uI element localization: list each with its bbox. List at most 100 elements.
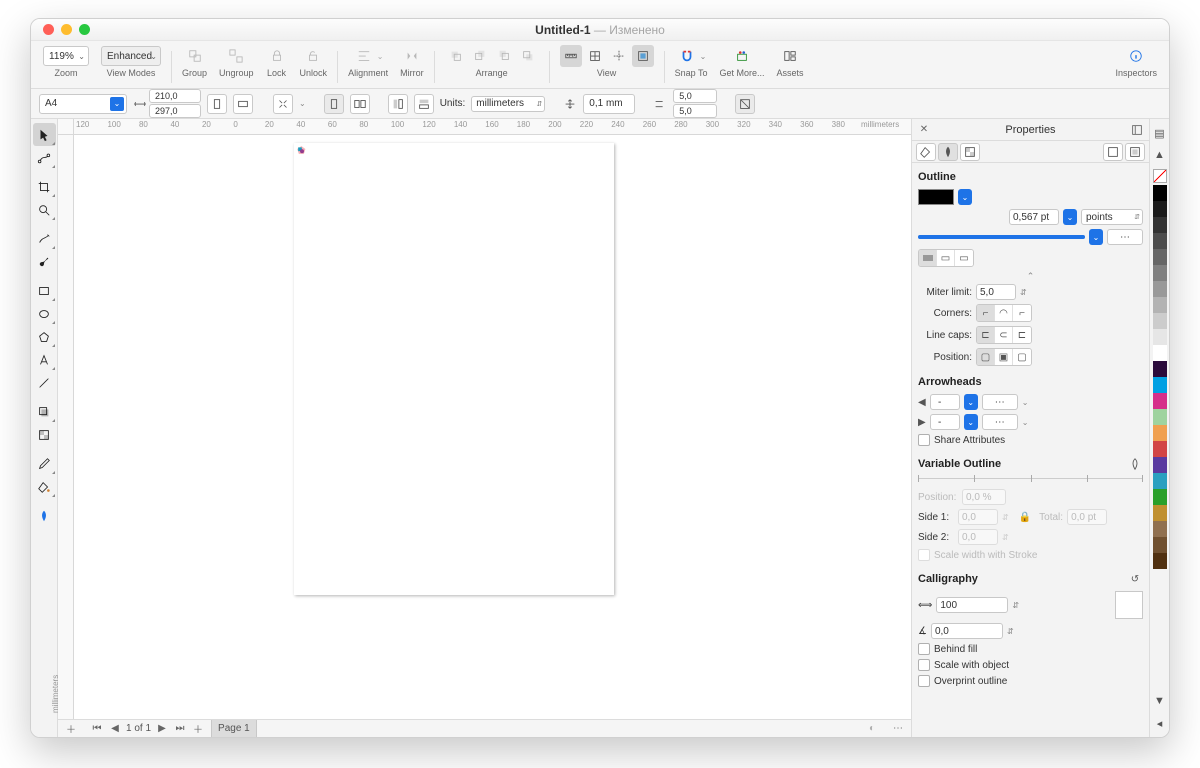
units-combo[interactable]: millimeters⇵ bbox=[471, 96, 545, 112]
stroke-style-slider[interactable] bbox=[918, 235, 1085, 239]
stretch-field[interactable]: 100 bbox=[936, 597, 1008, 613]
angle-field[interactable]: 0,0 bbox=[931, 623, 1003, 639]
color-swatch[interactable] bbox=[1153, 505, 1167, 521]
canvas[interactable] bbox=[74, 135, 911, 719]
palette-menu-button[interactable]: ▤ bbox=[1152, 125, 1168, 141]
panel-menu-button[interactable] bbox=[1129, 122, 1145, 138]
calligraphy-reset[interactable]: ↺ bbox=[1127, 571, 1143, 587]
page-tab[interactable]: Page 1 bbox=[211, 720, 257, 737]
stroke-width-stepper[interactable]: ⌄ bbox=[1063, 209, 1077, 225]
assets-button[interactable] bbox=[779, 45, 801, 67]
view-mode-combo[interactable]: Enhanced⌄ bbox=[101, 46, 161, 66]
color-swatch[interactable] bbox=[1153, 377, 1167, 393]
outline-color-picker[interactable]: ⌄ bbox=[958, 189, 972, 205]
all-pages-button[interactable] bbox=[324, 94, 344, 114]
view-rulers-button[interactable] bbox=[560, 45, 582, 67]
last-page-button[interactable]: ⏭ bbox=[173, 722, 187, 736]
share-attributes-checkbox[interactable] bbox=[918, 434, 930, 446]
linecaps-buttons[interactable]: ⊏⊂⊏ bbox=[976, 326, 1032, 344]
behind-fill-checkbox[interactable] bbox=[918, 643, 930, 655]
arrow-end-more[interactable]: ⋯ bbox=[982, 414, 1018, 430]
detail-b-button[interactable] bbox=[1125, 143, 1145, 161]
view-proof-button[interactable] bbox=[632, 45, 654, 67]
current-page-button[interactable] bbox=[350, 94, 370, 114]
color-swatch[interactable] bbox=[1153, 313, 1167, 329]
view-grid-button[interactable] bbox=[584, 45, 606, 67]
zoom-combo[interactable]: 119%⌄ bbox=[43, 46, 89, 66]
arrow-start-picker[interactable]: ⌄ bbox=[964, 394, 978, 410]
variable-outline-scale[interactable] bbox=[918, 478, 1143, 479]
position-buttons[interactable]: ▢▣▢ bbox=[976, 348, 1032, 366]
polygon-tool[interactable] bbox=[33, 325, 56, 348]
miter-limit-field[interactable]: 5,0 bbox=[976, 284, 1016, 300]
ruler-vertical[interactable]: millimeters bbox=[58, 135, 74, 719]
page-height-field[interactable]: 297,0 bbox=[149, 104, 201, 118]
autofit-button[interactable] bbox=[273, 94, 293, 114]
get-more-button[interactable] bbox=[731, 45, 753, 67]
zoom-tool[interactable] bbox=[33, 198, 56, 221]
arrow-end-picker[interactable]: ⌄ bbox=[964, 414, 978, 430]
stroke-unit-combo[interactable]: points⇵ bbox=[1081, 209, 1143, 225]
color-swatch[interactable] bbox=[1153, 297, 1167, 313]
color-swatch[interactable] bbox=[1153, 537, 1167, 553]
color-swatch[interactable] bbox=[1153, 553, 1167, 569]
detail-a-button[interactable] bbox=[1103, 143, 1123, 161]
color-swatch[interactable] bbox=[1153, 361, 1167, 377]
treat-as-button[interactable] bbox=[735, 94, 755, 114]
mirror-button[interactable] bbox=[401, 45, 423, 67]
outline-tab[interactable] bbox=[938, 143, 958, 161]
add-page-after-button[interactable]: ＋ bbox=[191, 722, 205, 736]
dash-style-buttons[interactable]: ▭ ▭ bbox=[918, 249, 974, 267]
page-size-combo[interactable]: A4 ⌄ bbox=[39, 94, 127, 114]
crop-tool[interactable] bbox=[33, 175, 56, 198]
color-swatch[interactable] bbox=[1153, 425, 1167, 441]
page-width-field[interactable]: 210,0 bbox=[149, 89, 201, 103]
add-page-button[interactable]: ＋ bbox=[64, 722, 78, 736]
stroke-width-field[interactable]: 0,567 pt bbox=[1009, 209, 1059, 225]
next-page-button[interactable]: ▶ bbox=[155, 722, 169, 736]
ellipse-tool[interactable] bbox=[33, 302, 56, 325]
no-color-swatch[interactable] bbox=[1153, 169, 1167, 183]
stroke-style-picker[interactable]: ⌄ bbox=[1089, 229, 1103, 245]
nudge-field[interactable]: 0,1 mm bbox=[583, 94, 635, 114]
palette-flyout-button[interactable]: ◂ bbox=[1152, 715, 1168, 731]
artistic-media-tool[interactable] bbox=[33, 250, 56, 273]
layout-b-button[interactable] bbox=[414, 94, 434, 114]
color-swatch[interactable] bbox=[1153, 393, 1167, 409]
variable-outline-reset[interactable] bbox=[1127, 456, 1143, 472]
stroke-style-more[interactable]: ⋯ bbox=[1107, 229, 1143, 245]
pick-tool[interactable] bbox=[33, 123, 56, 146]
color-swatch[interactable] bbox=[1153, 473, 1167, 489]
color-swatch[interactable] bbox=[1153, 441, 1167, 457]
expand-toggle[interactable]: ⌃ bbox=[918, 271, 1143, 282]
arrow-end-combo[interactable]: - bbox=[930, 414, 960, 430]
corners-buttons[interactable]: ⌐◠⌐ bbox=[976, 304, 1032, 322]
shape-edit-tool[interactable] bbox=[33, 146, 56, 169]
lock-button[interactable] bbox=[266, 45, 288, 67]
first-page-button[interactable]: ⏮ bbox=[90, 722, 104, 736]
arrow-start-combo[interactable]: - bbox=[930, 394, 960, 410]
color-swatch[interactable] bbox=[1153, 185, 1167, 201]
backward-button[interactable] bbox=[493, 45, 515, 67]
outline-color-swatch[interactable] bbox=[918, 189, 954, 205]
color-swatch[interactable] bbox=[1153, 489, 1167, 505]
rectangle-tool[interactable] bbox=[33, 279, 56, 302]
ungroup-button[interactable] bbox=[225, 45, 247, 67]
line-tool[interactable] bbox=[33, 371, 56, 394]
unlock-button[interactable] bbox=[302, 45, 324, 67]
ruler-horizontal[interactable]: 1201008040200204060801001201401601802002… bbox=[58, 119, 911, 135]
layout-a-button[interactable] bbox=[388, 94, 408, 114]
palette-down-button[interactable]: ▼ bbox=[1152, 693, 1168, 709]
eyedropper-tool[interactable] bbox=[33, 452, 56, 475]
portrait-button[interactable] bbox=[207, 94, 227, 114]
color-swatch[interactable] bbox=[1153, 233, 1167, 249]
color-swatch[interactable] bbox=[1153, 281, 1167, 297]
transparency-tab[interactable] bbox=[960, 143, 980, 161]
outline-pen-tool[interactable] bbox=[33, 504, 56, 527]
inspectors-button[interactable] bbox=[1125, 45, 1147, 67]
dup-y-field[interactable]: 5,0 bbox=[673, 104, 717, 118]
zoom-window-button[interactable] bbox=[79, 24, 90, 35]
prev-page-button[interactable]: ◀ bbox=[108, 722, 122, 736]
group-button[interactable] bbox=[184, 45, 206, 67]
view-guides-button[interactable] bbox=[608, 45, 630, 67]
